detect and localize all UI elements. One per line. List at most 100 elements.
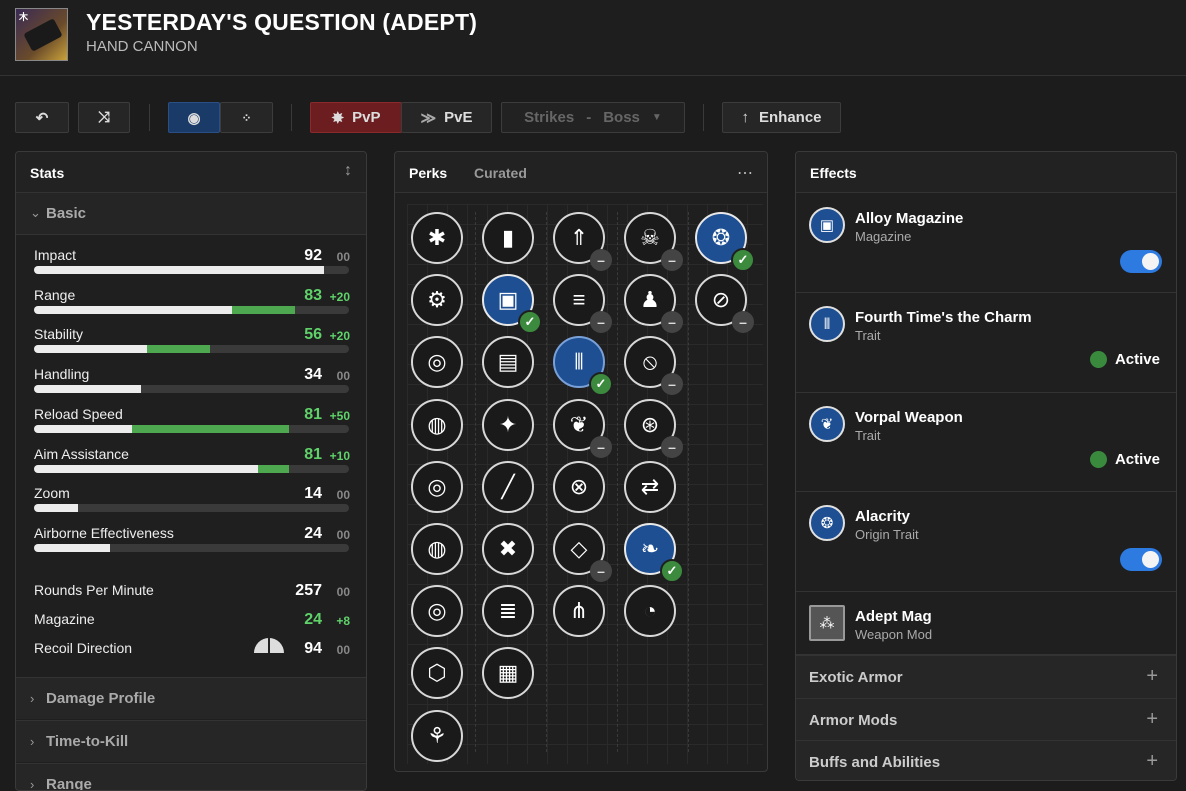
perk-barrel-icon[interactable]: ◎ — [411, 585, 463, 638]
effect-item: ▣ Alloy Magazine Magazine — [796, 194, 1176, 293]
stat-bar — [34, 385, 349, 394]
accordion-label: Armor Mods — [809, 711, 898, 729]
perk-trait-icon[interactable]: ⋔ — [553, 585, 605, 638]
stat-bonus: +20 — [329, 329, 350, 344]
perk-barrel-icon[interactable]: ◍ — [411, 398, 463, 451]
effect-item: ❦ Vorpal Weapon Trait Active — [796, 393, 1176, 492]
stat-bonus: 00 — [336, 488, 350, 503]
trait-icon: ❧ — [640, 536, 660, 561]
section-label: Damage Profile — [46, 690, 156, 707]
view-single-button[interactable]: ◉ — [168, 102, 220, 133]
perk-trait-icon[interactable]: ⇄ — [624, 460, 676, 513]
stat-bonus: 00 — [336, 643, 350, 657]
section-range[interactable]: › Range — [16, 763, 366, 791]
effect-type: Trait — [855, 328, 881, 343]
pvp-label: PvP — [352, 109, 381, 126]
weapon-title: YESTERDAY'S QUESTION (ADEPT) — [86, 9, 478, 35]
section-label: Range — [46, 776, 92, 791]
pvp-button[interactable]: ✸ PvP — [310, 102, 402, 133]
stat-bar — [34, 266, 349, 274]
minus-badge-icon[interactable]: – — [661, 249, 683, 271]
trait-icon: ☠ — [640, 225, 660, 250]
perk-barrel-icon[interactable]: ◎ — [411, 336, 463, 389]
stat-name: Zoom — [34, 485, 70, 502]
stat-bar-fill — [34, 543, 110, 552]
minus-badge-icon[interactable]: – — [590, 435, 612, 458]
perk-magazine-icon[interactable]: ▤ — [482, 336, 534, 389]
trait-icon: ⇄ — [640, 473, 660, 499]
perk-barrel-icon[interactable]: ✱ — [411, 212, 463, 264]
minus-badge-icon[interactable]: – — [590, 249, 612, 271]
stat-bar-fill — [34, 385, 142, 394]
stat-bar-bonus — [232, 305, 296, 314]
effect-toggle[interactable] — [1120, 548, 1162, 571]
undo-icon: ↶ — [35, 109, 49, 127]
chevron-right-icon: › — [30, 734, 35, 749]
perk-magazine-icon[interactable]: ✦ — [482, 398, 534, 451]
tab-perks[interactable]: Perks — [409, 165, 447, 181]
accordion-label: Buffs and Abilities — [809, 754, 941, 771]
perk-trait-icon[interactable]: ◔ — [624, 585, 676, 638]
accordion-buffs-and-abilities[interactable]: Buffs and Abilities + — [796, 740, 1176, 780]
tab-curated[interactable]: Curated — [474, 165, 527, 181]
perk-magazine-icon[interactable]: ✖ — [482, 523, 534, 575]
column-divider — [546, 212, 547, 752]
more-icon[interactable]: ⋯ — [737, 163, 753, 183]
stat-row: Stability 56 +20 — [34, 326, 350, 364]
plus-icon: + — [1146, 665, 1158, 687]
randomize-button[interactable]: ⤨ — [78, 102, 130, 133]
perk-barrel-icon[interactable]: ◎ — [411, 460, 463, 513]
effect-name: Alloy Magazine — [855, 210, 964, 227]
stat-bar-fill — [34, 345, 148, 354]
stat-bonus: +50 — [329, 408, 350, 423]
activity-sub-label: Boss — [603, 109, 640, 126]
plus-icon: + — [1146, 707, 1158, 730]
trait-icon: ⊗ — [569, 473, 589, 499]
pve-icon: ≫ — [420, 109, 437, 127]
trait-icon: ⊛ — [640, 411, 660, 437]
effect-toggle[interactable] — [1120, 250, 1162, 273]
basic-section-header[interactable]: ⌄ Basic — [16, 193, 366, 235]
stat-bar-fill — [34, 424, 132, 433]
undo-button[interactable]: ↶ — [15, 102, 69, 133]
accordion-exotic-armor[interactable]: Exotic Armor + — [796, 655, 1176, 698]
section-time-to-kill[interactable]: › Time-to-Kill — [16, 720, 366, 762]
barrel-icon: ⚘ — [427, 722, 447, 748]
activity-select[interactable]: Strikes - Boss ▼ — [501, 102, 685, 133]
perk-magazine-icon[interactable]: ▦ — [482, 647, 534, 700]
perk-barrel-icon[interactable]: ⚘ — [411, 709, 463, 762]
perk-barrel-icon[interactable]: ⚙ — [411, 274, 463, 327]
enhance-button[interactable]: ↑ Enhance — [722, 102, 841, 133]
pvp-icon: ✸ — [331, 109, 345, 127]
magazine-icon: ▤ — [497, 349, 519, 375]
perk-barrel-icon[interactable]: ⬡ — [411, 647, 463, 700]
section-label: Time-to-Kill — [46, 733, 129, 750]
perk-trait-icon[interactable]: ⊗ — [553, 460, 605, 513]
stat-name: Airborne Effectiveness — [34, 524, 174, 541]
perk-barrel-icon[interactable]: ◍ — [411, 523, 463, 575]
accordion-armor-mods[interactable]: Armor Mods + — [796, 697, 1176, 741]
effect-alacrity-icon: ❂ — [809, 505, 845, 541]
activity-label: Strikes — [524, 109, 575, 126]
extra-stat-row: Recoil Direction 94 00 — [34, 638, 350, 678]
perk-magazine-icon[interactable]: ▮ — [482, 212, 534, 264]
minus-badge-icon[interactable]: – — [590, 560, 612, 582]
pve-button[interactable]: ≫ PvE — [401, 102, 492, 133]
minus-badge-icon[interactable]: – — [661, 435, 683, 458]
perk-magazine-icon[interactable]: ╱ — [482, 460, 534, 513]
resize-vertical-icon[interactable]: ↕ — [344, 162, 352, 180]
magazine-icon: ╱ — [501, 473, 515, 499]
effect-active-status: Active — [1089, 451, 1160, 468]
barrel-icon: ◍ — [427, 411, 447, 437]
perk-magazine-icon[interactable]: ≣ — [482, 585, 534, 638]
view-grid-button[interactable]: ⁘ — [220, 102, 273, 133]
stat-bar — [34, 504, 349, 513]
section-damage-profile[interactable]: › Damage Profile — [16, 677, 366, 719]
stat-value: 83 — [304, 286, 322, 304]
stat-row: Impact 92 00 — [34, 247, 350, 285]
stat-name: Stability — [34, 326, 84, 343]
column-divider — [617, 212, 618, 752]
perks-panel: Perks Curated ⋯ ✱ ⚙ ◎ ◍ ◎ ◍ ◎ ⬡ ⚘ ▮ ▣ ✓ ▤ ✦ ╱ ✖ ≣ ▦ ⇑ – ≡ – ⦀ ✓… — [394, 151, 768, 772]
stat-name: Reload Speed — [34, 405, 123, 422]
stat-value: 92 — [304, 247, 322, 264]
